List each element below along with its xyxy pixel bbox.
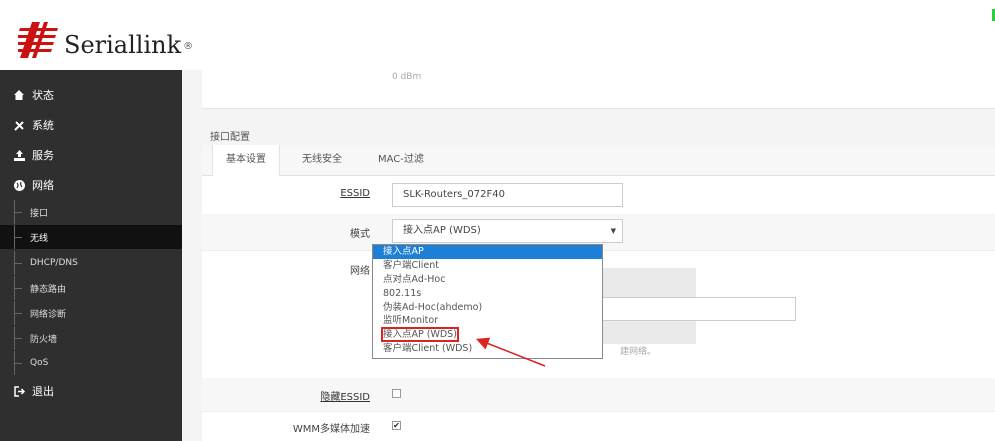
mode-option[interactable]: 点对点Ad-Hoc — [373, 273, 602, 287]
checkmark-icon: ✔ — [393, 421, 400, 430]
mode-label: 模式 — [350, 229, 370, 240]
mode-option[interactable]: 接入点AP — [373, 245, 602, 259]
nav-sub-label: 接口 — [30, 208, 49, 219]
nav-item-label: 系统 — [32, 119, 54, 132]
mode-option[interactable]: 监听Monitor — [373, 314, 602, 328]
mode-option-label: 客户端Client (WDS) — [383, 343, 473, 355]
tree-line — [14, 313, 22, 314]
mode-dropdown-list: 接入点AP 客户端Client 点对点Ad-Hoc 802.11s 伪装Ad-H… — [372, 244, 603, 359]
tree-line — [14, 363, 22, 364]
section-title: 接口配置 — [210, 132, 250, 143]
tab-mac-filter[interactable]: MAC-过滤 — [378, 145, 424, 175]
tab-label: 无线安全 — [302, 154, 342, 165]
wmm-checkbox[interactable]: ✔ — [392, 421, 401, 430]
nav-sub-firewall[interactable]: 防火墙 — [0, 326, 182, 350]
nav-sub-label: 静态路由 — [30, 284, 67, 295]
logo-mark-icon — [18, 20, 62, 60]
mode-select-value: 接入点AP (WDS) — [403, 225, 481, 236]
mode-option-label: 点对点Ad-Hoc — [383, 273, 446, 285]
hide-essid-label: 隐藏ESSID — [320, 392, 370, 403]
tab-basic-settings[interactable]: 基本设置 — [212, 145, 280, 176]
mode-option[interactable]: 伪装Ad-Hoc(ahdemo) — [373, 301, 602, 315]
form-row-essid: ESSID SLK-Routers_072F40 — [202, 176, 995, 215]
dropdown-arrow-icon: ▼ — [610, 227, 616, 235]
tree-line — [14, 263, 22, 264]
mode-select[interactable]: 接入点AP (WDS) ▼ — [392, 219, 623, 243]
sidebar: 状态 系统 服务 网络 接口 无线 DHCP/DNS 静态路由 网络诊断 防火墙… — [0, 70, 182, 441]
tx-power-readout: 0 dBm — [392, 72, 422, 82]
nav-item-services[interactable]: 服务 — [0, 140, 182, 170]
form-row-wmm: WMM多媒体加速 ✔ — [202, 411, 995, 441]
mode-option-label: 接入点AP (WDS) — [381, 327, 459, 343]
mode-option-highlighted[interactable]: 接入点AP (WDS) — [373, 327, 602, 343]
nav-item-system[interactable]: 系统 — [0, 110, 182, 140]
nav-sub-qos[interactable]: QoS — [0, 351, 182, 375]
nav-item-label: 退出 — [32, 385, 54, 398]
nav-sub-diagnostics[interactable]: 网络诊断 — [0, 301, 182, 325]
hide-essid-checkbox[interactable] — [392, 389, 401, 398]
logout-icon — [12, 385, 26, 397]
mode-option-label: 802.11s — [383, 287, 422, 299]
tree-line — [14, 288, 22, 289]
top-panel: 0 dBm — [202, 70, 995, 109]
tree-line — [14, 212, 22, 213]
nav-item-label: 网络 — [32, 179, 54, 192]
mode-option[interactable]: 客户端Client — [373, 259, 602, 273]
nav-sub-wireless[interactable]: 无线 — [0, 225, 182, 249]
brand-registered-mark: ® — [183, 41, 194, 52]
brand-logo[interactable]: Seriallink ® — [18, 10, 193, 60]
mode-option[interactable]: 802.11s — [373, 287, 602, 301]
nav-item-label: 状态 — [32, 89, 54, 102]
nav-sub-label: 网络诊断 — [30, 309, 67, 320]
tab-label: MAC-过滤 — [378, 154, 424, 165]
nav-item-network[interactable]: 网络 — [0, 170, 182, 200]
form-row-hide-essid: 隐藏ESSID — [202, 378, 995, 412]
essid-value: SLK-Routers_072F40 — [403, 189, 505, 200]
mode-option-label: 客户端Client — [383, 259, 440, 271]
home-icon — [12, 90, 26, 100]
nav-item-label: 服务 — [32, 149, 54, 162]
nav-item-logout[interactable]: 退出 — [0, 376, 182, 406]
tab-label: 基本设置 — [226, 154, 266, 165]
tree-line — [14, 237, 22, 238]
brand-name: Seriallink — [64, 31, 182, 59]
nav-sub-static-routes[interactable]: 静态路由 — [0, 276, 182, 300]
nav-sub-interfaces[interactable]: 接口 — [0, 200, 182, 224]
tab-wireless-security[interactable]: 无线安全 — [302, 145, 342, 175]
essid-input[interactable]: SLK-Routers_072F40 — [392, 183, 623, 207]
nav-item-status[interactable]: 状态 — [0, 80, 182, 110]
globe-icon — [12, 179, 26, 191]
tab-bar: 基本设置 无线安全 MAC-过滤 — [202, 145, 995, 176]
mode-option-label: 接入点AP — [383, 246, 424, 257]
tools-icon — [12, 120, 26, 131]
network-label: 网络 — [350, 266, 370, 277]
mode-option-label: 伪装Ad-Hoc(ahdemo) — [383, 301, 483, 313]
nav-sub-label: 防火墙 — [30, 334, 58, 345]
network-hint: 建网络。 — [620, 347, 657, 357]
mode-option[interactable]: 客户端Client (WDS) — [373, 342, 602, 356]
essid-label: ESSID — [340, 188, 370, 199]
nav-sub-label: DHCP/DNS — [30, 258, 78, 268]
upload-icon — [12, 149, 26, 161]
nav-sub-label: QoS — [30, 358, 49, 368]
mode-option-label: 监听Monitor — [383, 315, 439, 327]
wmm-label: WMM多媒体加速 — [292, 424, 370, 435]
nav-sub-dhcp-dns[interactable]: DHCP/DNS — [0, 251, 182, 275]
nav-sub-label: 无线 — [30, 233, 49, 244]
tree-line — [14, 338, 22, 339]
